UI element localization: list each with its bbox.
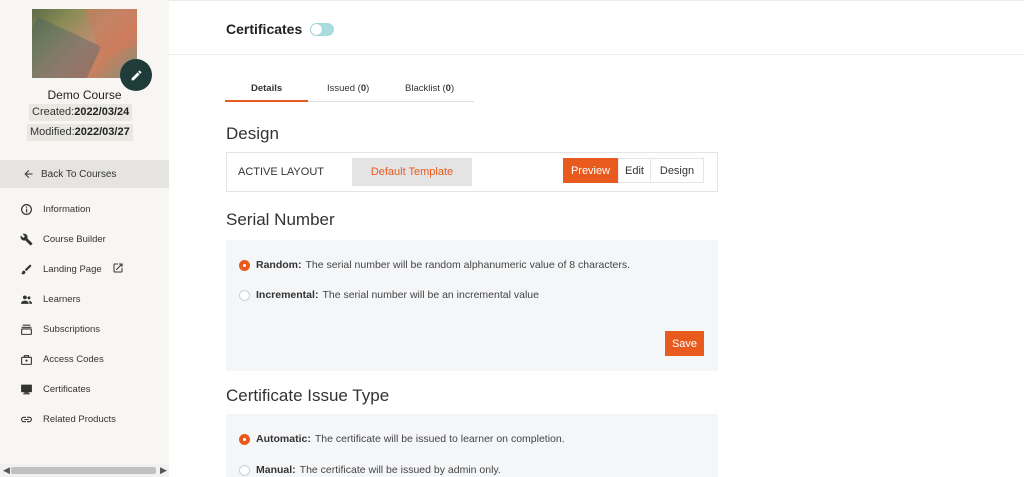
- back-to-courses-button[interactable]: Back To Courses: [0, 160, 169, 188]
- tab-count: 0: [360, 83, 367, 94]
- option-description: The serial number will be random alphanu…: [305, 259, 631, 271]
- option-description: The certificate will be issued to learne…: [314, 433, 565, 445]
- sidebar-item-label: Information: [43, 203, 91, 215]
- course-name: Demo Course: [47, 88, 122, 102]
- sidebar-item-subscriptions[interactable]: Subscriptions: [0, 318, 169, 340]
- created-date: Created:2022/03/24: [29, 104, 133, 121]
- sidebar-item-landing-page[interactable]: Landing Page: [0, 258, 169, 280]
- serial-incremental-option[interactable]: Incremental: The serial number will be a…: [239, 289, 539, 301]
- sidebar-item-label: Landing Page: [43, 263, 102, 275]
- radio-button[interactable]: [239, 289, 250, 301]
- sidebar-item-certificates[interactable]: Certificates: [0, 378, 169, 400]
- serial-number-section-title: Serial Number: [226, 210, 335, 229]
- serial-number-options: Random: The serial number will be random…: [226, 240, 718, 371]
- tab-count: 0: [445, 83, 451, 94]
- arrow-left-icon: [24, 170, 33, 178]
- app: Demo Course Created:2022/03/24 Modified:…: [0, 0, 1024, 477]
- tab-issued[interactable]: Issued (0): [327, 83, 369, 94]
- sidebar-item-label: Course Builder: [43, 233, 106, 245]
- sidebar-item-access-codes[interactable]: Access Codes: [0, 348, 169, 370]
- option-label: Manual:: [256, 464, 296, 476]
- back-to-courses-label: Back To Courses: [41, 168, 117, 180]
- sidebar-item-label: Learners: [43, 293, 81, 305]
- link-icon: [19, 412, 33, 426]
- subscriptions-icon: [19, 322, 33, 336]
- sidebar-item-label: Related Products: [43, 413, 116, 425]
- preview-button[interactable]: Preview: [563, 158, 618, 183]
- sidebar-horizontal-scrollbar[interactable]: ◀ ▶: [0, 464, 169, 477]
- tab-label: Issued: [327, 83, 355, 94]
- active-tab-indicator: [225, 100, 308, 102]
- option-label: Incremental:: [256, 289, 319, 301]
- people-icon: [19, 292, 33, 306]
- certificates-toggle[interactable]: [310, 23, 334, 36]
- scroll-right-icon[interactable]: ▶: [160, 465, 167, 476]
- sidebar: Demo Course Created:2022/03/24 Modified:…: [0, 0, 169, 477]
- tab-details[interactable]: Details: [251, 83, 282, 94]
- default-template-select[interactable]: Default Template: [352, 158, 472, 186]
- header-bar: Certificates: [169, 0, 1024, 55]
- sidebar-item-label: Certificates: [43, 383, 91, 395]
- info-icon: [19, 202, 33, 216]
- tab-label: Details: [251, 83, 283, 94]
- issue-type-section-title: Certificate Issue Type: [226, 386, 390, 405]
- save-button[interactable]: Save: [665, 331, 704, 356]
- design-layout-row: ACTIVE LAYOUT Default Template Preview E…: [226, 152, 718, 192]
- serial-random-option[interactable]: Random: The serial number will be random…: [239, 259, 630, 271]
- external-link-icon[interactable]: [112, 262, 124, 277]
- issue-manual-option[interactable]: Manual: The certificate will be issued b…: [239, 464, 501, 476]
- wrench-icon: [19, 232, 33, 246]
- design-section-title: Design: [226, 124, 279, 143]
- option-description: The certificate will be issued by admin …: [299, 464, 501, 476]
- option-description: The serial number will be an incremental…: [322, 289, 539, 301]
- modified-date: Modified:2022/03/27: [27, 124, 133, 141]
- radio-button[interactable]: [239, 464, 250, 476]
- tab-label: Blacklist: [405, 83, 440, 94]
- active-layout-label: ACTIVE LAYOUT: [238, 166, 324, 178]
- created-value: 2022/03/24: [74, 106, 130, 118]
- radio-button[interactable]: [239, 259, 250, 271]
- tab-blacklist[interactable]: Blacklist (0): [405, 83, 454, 94]
- radio-button[interactable]: [239, 433, 250, 445]
- page-title: Certificates: [226, 21, 303, 37]
- modified-value: 2022/03/27: [74, 126, 130, 138]
- sidebar-item-label: Subscriptions: [43, 323, 101, 335]
- edit-course-button[interactable]: [120, 59, 152, 91]
- scroll-left-icon[interactable]: ◀: [3, 465, 10, 476]
- sidebar-item-related-products[interactable]: Related Products: [0, 408, 169, 430]
- sidebar-item-label: Access Codes: [43, 353, 104, 365]
- brush-icon: [19, 262, 33, 276]
- sidebar-item-learners[interactable]: Learners: [0, 288, 169, 310]
- design-button[interactable]: Design: [651, 158, 704, 183]
- scrollbar-thumb[interactable]: [11, 467, 156, 474]
- created-label: Created:: [32, 106, 75, 118]
- issue-automatic-option[interactable]: Automatic: The certificate will be issue…: [239, 433, 565, 445]
- certificate-icon: [19, 382, 33, 396]
- modified-label: Modified:: [30, 126, 75, 138]
- edit-button[interactable]: Edit: [618, 158, 651, 183]
- pencil-icon: [131, 70, 141, 80]
- option-label: Automatic:: [256, 433, 311, 445]
- sidebar-item-course-builder[interactable]: Course Builder: [0, 228, 169, 250]
- sidebar-item-information[interactable]: Information: [0, 198, 169, 220]
- access-codes-icon: [19, 352, 33, 366]
- design-actions: Preview Edit Design: [563, 158, 704, 183]
- tab-bar: Details Issued (0) Blacklist (0): [225, 79, 474, 102]
- issue-type-options: Automatic: The certificate will be issue…: [226, 414, 718, 477]
- option-label: Random:: [256, 259, 302, 271]
